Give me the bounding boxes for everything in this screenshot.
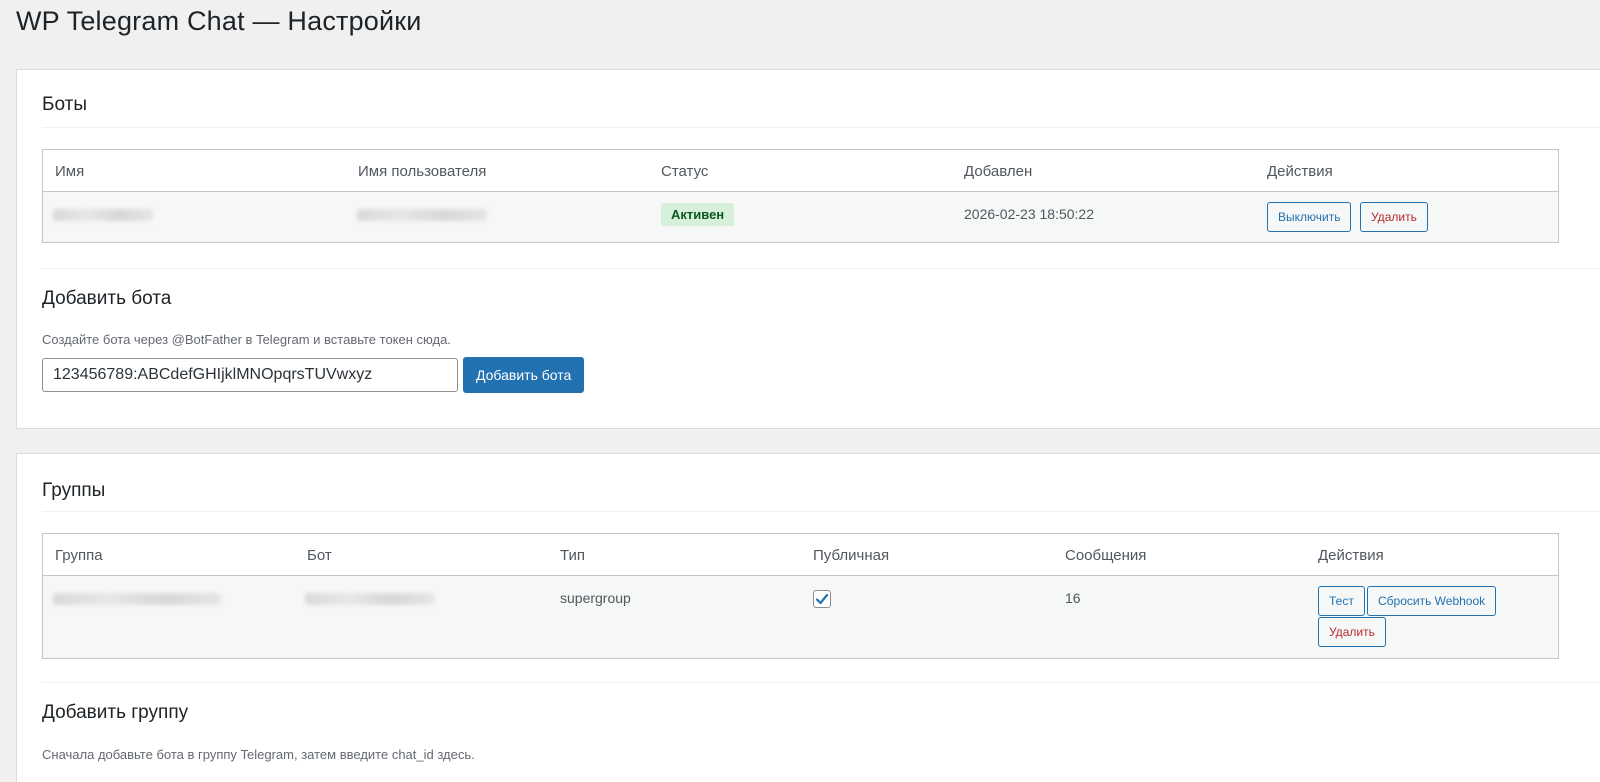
group-type: supergroup bbox=[560, 590, 631, 606]
add-group-title: Добавить группу bbox=[42, 702, 189, 723]
column-header-username: Имя пользователя bbox=[358, 163, 487, 180]
column-header-actions: Действия bbox=[1267, 163, 1333, 180]
reset-webhook-button[interactable]: Сбросить Webhook bbox=[1367, 586, 1497, 616]
divider bbox=[42, 682, 1600, 683]
column-header-public: Публичная bbox=[813, 547, 890, 564]
bot-added-date: 2026-02-23 18:50:22 bbox=[964, 206, 1094, 222]
divider bbox=[42, 268, 1600, 269]
checkmark-icon bbox=[815, 593, 829, 605]
bots-table: Имя Имя пользователя Статус Добавлен Дей… bbox=[42, 149, 1559, 243]
group-bot-redacted bbox=[305, 593, 435, 605]
groups-table-header: Группа Бот Тип Публичная Сообщения Дейст… bbox=[43, 534, 1558, 576]
page-title: WP Telegram Chat — Настройки bbox=[16, 6, 422, 36]
group-name-redacted bbox=[53, 593, 221, 605]
column-header-bot: Бот bbox=[307, 547, 332, 564]
column-header-group: Группа bbox=[55, 547, 103, 564]
table-row: Активен 2026-02-23 18:50:22 Выключить Уд… bbox=[43, 192, 1558, 242]
column-header-actions: Действия bbox=[1318, 547, 1384, 564]
bot-name-redacted bbox=[53, 209, 153, 221]
group-messages-count: 16 bbox=[1065, 590, 1081, 606]
column-header-type: Тип bbox=[560, 547, 586, 564]
disable-bot-button[interactable]: Выключить bbox=[1267, 202, 1352, 232]
delete-bot-button[interactable]: Удалить bbox=[1360, 202, 1428, 232]
public-checkbox[interactable] bbox=[813, 590, 831, 608]
delete-group-button[interactable]: Удалить bbox=[1318, 617, 1386, 647]
add-bot-button[interactable]: Добавить бота bbox=[463, 357, 585, 393]
add-bot-title: Добавить бота bbox=[42, 288, 172, 309]
add-bot-description: Создайте бота через @BotFather в Telegra… bbox=[42, 332, 451, 347]
bots-table-header: Имя Имя пользователя Статус Добавлен Дей… bbox=[43, 150, 1558, 192]
column-header-messages: Сообщения bbox=[1065, 547, 1147, 564]
groups-section-title: Группы bbox=[42, 480, 106, 501]
divider bbox=[42, 127, 1600, 128]
bot-token-input[interactable] bbox=[42, 358, 458, 392]
test-group-button[interactable]: Тест bbox=[1318, 586, 1365, 616]
column-header-name: Имя bbox=[55, 163, 85, 180]
column-header-added: Добавлен bbox=[964, 163, 1033, 180]
table-row: supergroup 16 Тест Сбросить Webhook Удал… bbox=[43, 576, 1558, 658]
status-badge: Активен bbox=[661, 203, 735, 226]
bot-username-redacted bbox=[357, 209, 487, 221]
groups-table: Группа Бот Тип Публичная Сообщения Дейст… bbox=[42, 533, 1559, 659]
column-header-status: Статус bbox=[661, 163, 709, 180]
add-group-description: Сначала добавьте бота в группу Telegram,… bbox=[42, 747, 475, 762]
bots-card: Боты Имя Имя пользователя Статус Добавле… bbox=[16, 69, 1600, 429]
divider bbox=[42, 511, 1600, 512]
groups-card: Группы Группа Бот Тип Публичная Сообщени… bbox=[16, 453, 1600, 782]
bots-section-title: Боты bbox=[42, 94, 87, 115]
